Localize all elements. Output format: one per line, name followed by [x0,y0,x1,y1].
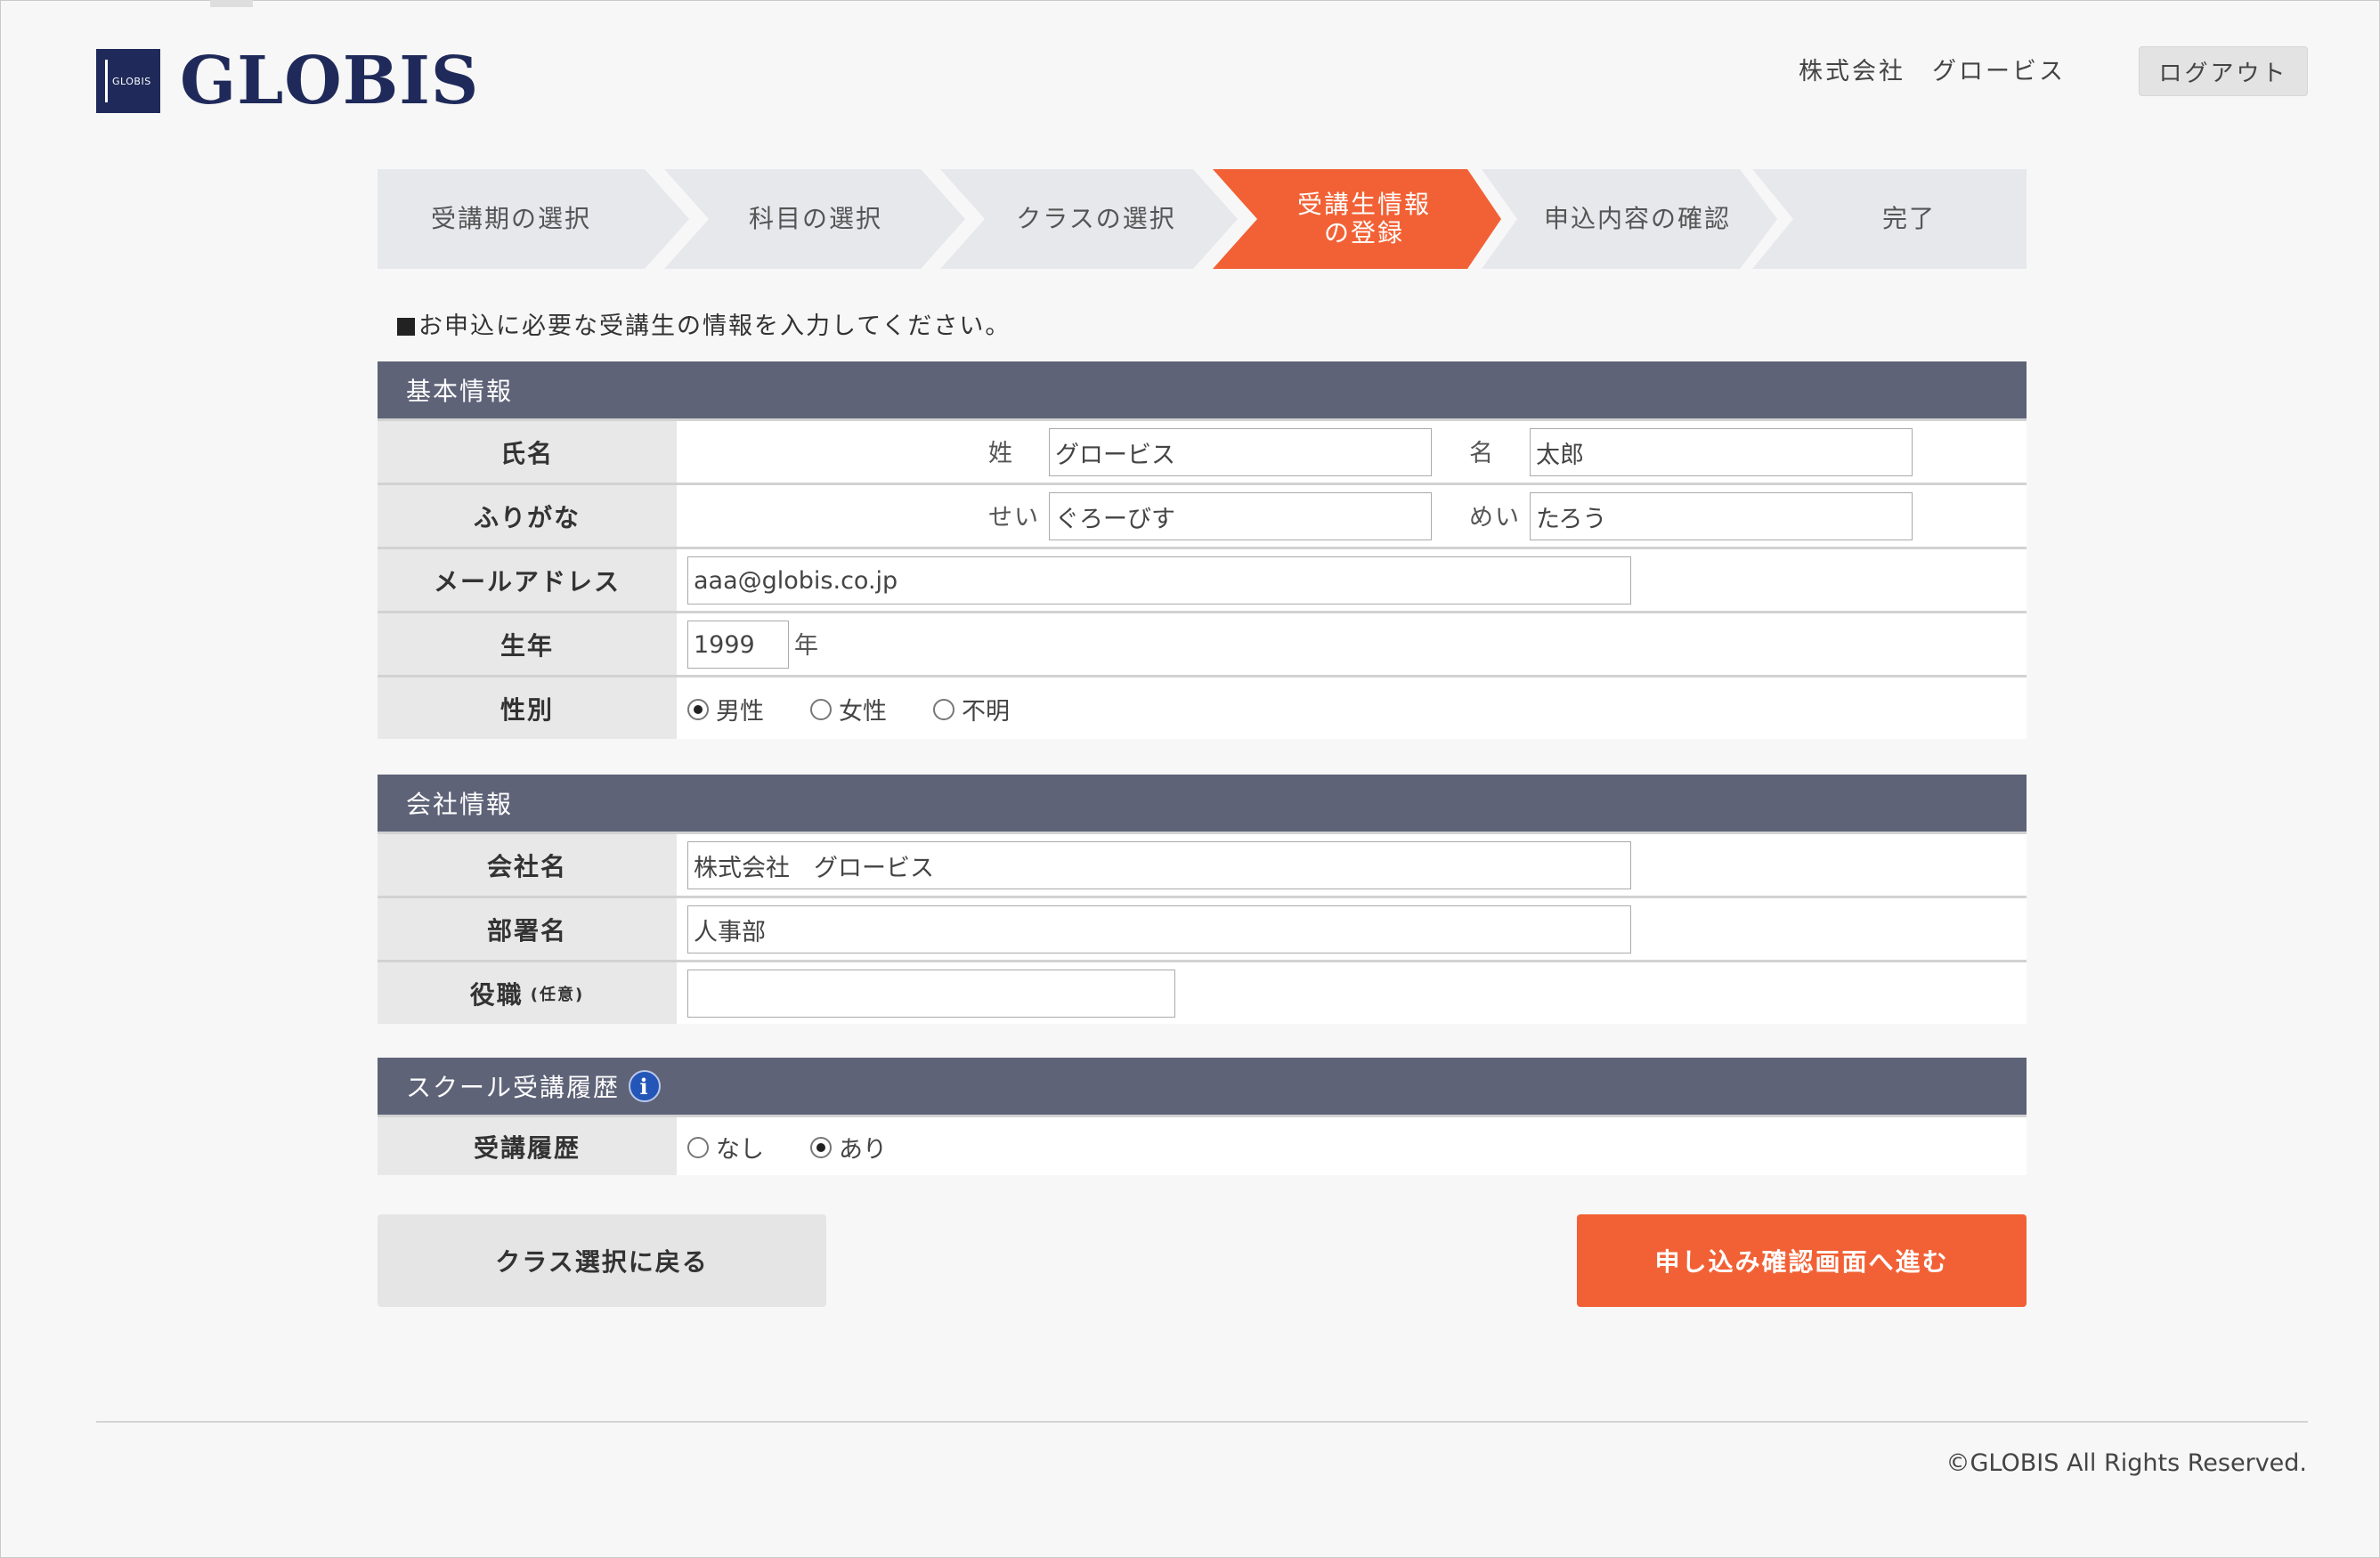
radio-unselected-icon [933,698,954,720]
section-school-history: スクール受講履歴 i 受講履歴 なし あり [378,1058,2027,1175]
position-input[interactable] [687,970,1175,1018]
progress-steps: 受講期の選択 科目の選択 クラスの選択 受講生情報 の登録 申込内容の確認 完了 [378,169,2027,269]
first-name-label: 名 [1469,440,1495,467]
step-1: 受講期の選択 [430,203,591,233]
logo-mark-icon: GLOBIS [96,49,160,113]
logout-button[interactable]: ログアウト [2139,46,2308,96]
proceed-to-confirm-button[interactable]: 申し込み確認画面へ進む [1577,1214,2027,1307]
radio-selected-icon [687,698,709,720]
row-history: 受講履歴 なし あり [378,1115,2027,1175]
history-radio-yes[interactable]: あり [810,1130,887,1164]
back-to-class-button[interactable]: クラス選択に戻る [378,1214,826,1307]
step-3: クラスの選択 [1016,203,1176,233]
gender-radio-female[interactable]: 女性 [810,692,887,726]
globis-logo[interactable]: GLOBIS GLOBIS [96,48,479,114]
section-basic-info: 基本情報 氏名 姓 名 ふりがな せい めい メールアドレス 生年 年 性別 [378,361,2027,739]
step-5: 申込内容の確認 [1543,203,1731,233]
department-input[interactable] [687,905,1631,953]
first-name-input[interactable] [1530,428,1913,476]
copyright-text: ©GLOBIS All Rights Reserved. [1945,1449,2307,1477]
header-company-name: 株式会社 グロービス [1799,58,2066,85]
gender-radio-unknown[interactable]: 不明 [933,692,1010,726]
radio-selected-icon [810,1136,832,1158]
square-bullet-icon [397,318,415,336]
birth-year-unit: 年 [794,632,820,660]
row-name: 氏名 姓 名 [378,418,2027,483]
row-email: メールアドレス [378,547,2027,611]
last-kana-input[interactable] [1049,492,1432,540]
step-6: 完了 [1881,203,1936,233]
row-gender: 性別 男性 女性 不明 [378,675,2027,739]
row-furigana: ふりがな せい めい [378,483,2027,547]
info-icon[interactable]: i [629,1070,662,1102]
row-position: 役職 (任意) [378,960,2027,1024]
section-company-info: 会社情報 会社名 部署名 役職(任意) [378,775,2027,1024]
last-name-label: 姓 [988,440,1014,467]
company-name-input[interactable] [687,841,1631,889]
last-name-input[interactable] [1049,428,1432,476]
birth-year-input[interactable] [687,621,789,669]
row-birth-year: 生年 年 [378,611,2027,675]
section-header-history: スクール受講履歴 i [378,1058,2027,1115]
last-kana-label: せい [988,504,1040,532]
instruction-text: お申込に必要な受講生の情報を入力してください。 [397,306,1011,341]
first-kana-label: めい [1469,504,1521,532]
first-kana-input[interactable] [1530,492,1913,540]
frame-notch [210,0,253,7]
section-header-company: 会社情報 [378,775,2027,832]
step-4-active: 受講生情報 の登録 [1296,189,1431,247]
email-input[interactable] [687,556,1631,605]
row-department: 部署名 [378,896,2027,960]
step-2: 科目の選択 [748,203,882,233]
footer-divider [96,1421,2308,1423]
section-header-basic: 基本情報 [378,361,2027,418]
gender-radio-male[interactable]: 男性 [687,692,764,726]
radio-unselected-icon [687,1136,709,1158]
logo-wordmark: GLOBIS [180,43,480,119]
history-radio-none[interactable]: なし [687,1130,764,1164]
radio-unselected-icon [810,698,832,720]
row-company-name: 会社名 [378,832,2027,896]
